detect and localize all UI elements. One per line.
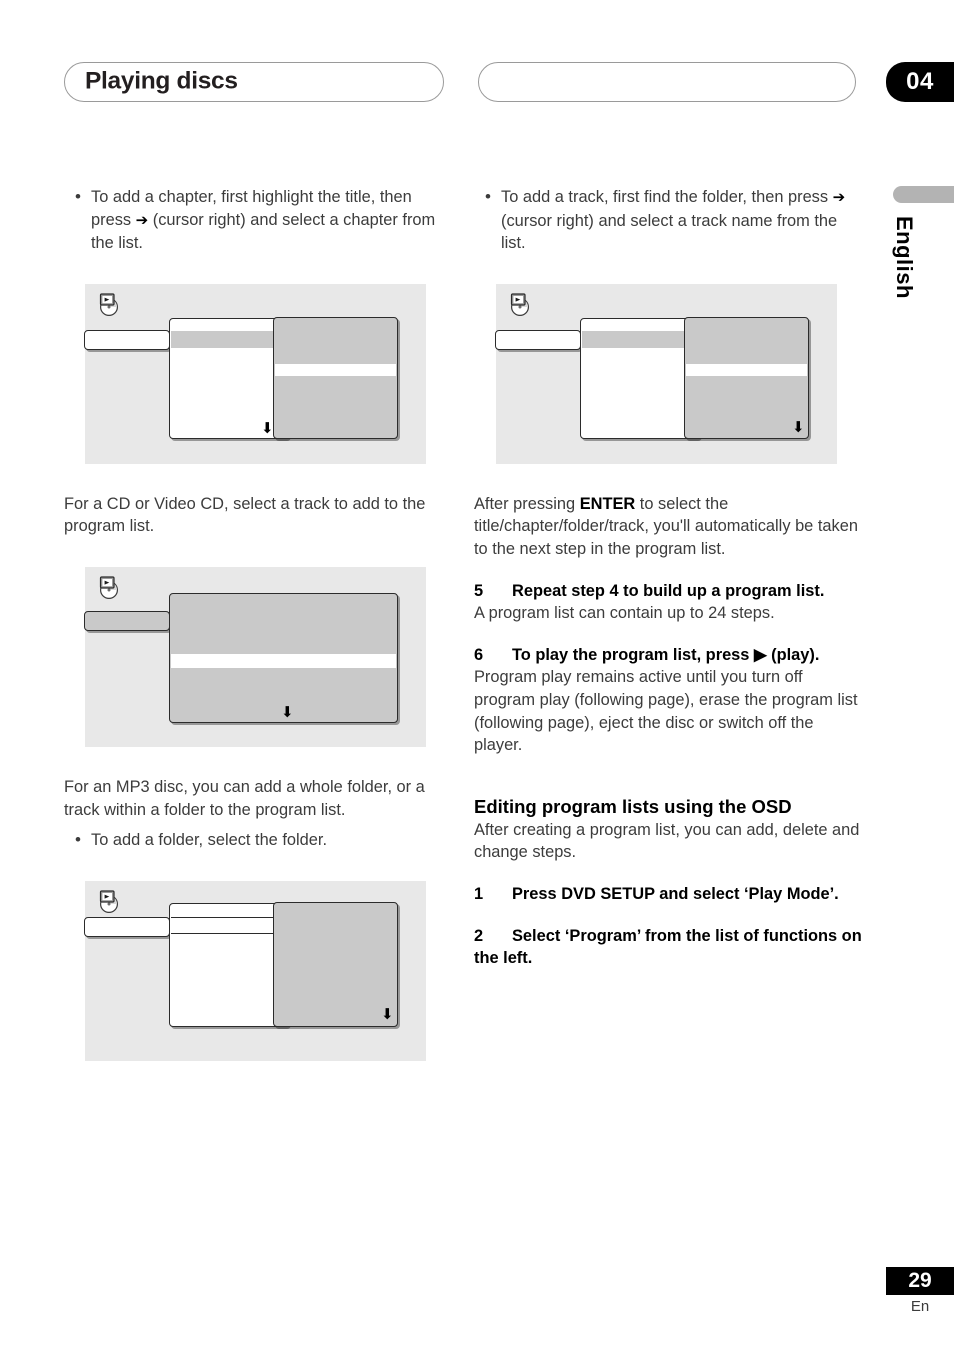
osd-left-menu-bar [495, 329, 581, 350]
page-header: Playing discs 04 [0, 62, 954, 104]
step-5-heading: 5 Repeat step 4 to build up a program lis… [474, 580, 862, 603]
step-2-text: Select ‘Program’ from the list of functi… [474, 926, 862, 968]
side-tab-marker [893, 186, 954, 203]
list-item: To add a track, first find the folder, t… [485, 186, 862, 255]
disc-icon [99, 890, 118, 913]
left-column: To add a chapter, first highlight the ti… [64, 186, 452, 1061]
cursor-right-arrow-icon: ➔ [832, 189, 846, 206]
right-paragraph-enter: After pressing ENTER to select the title… [474, 493, 862, 561]
play-triangle-icon: ▶ [753, 645, 767, 664]
step-6-heading: 6 To play the program list, press ▶ (play… [474, 644, 862, 667]
step-5-number: 5 [474, 581, 484, 600]
enter-key-label: ENTER [579, 494, 636, 513]
right-bullet-list-1: To add a track, first find the folder, t… [474, 186, 862, 255]
disc-icon [510, 293, 529, 316]
step-6-text-before: To play the program list, press [512, 645, 754, 664]
disc-icon [99, 576, 118, 599]
left-paragraph-mp3: For an MP3 disc, you can add a whole fol… [64, 777, 425, 819]
osd-figure-cd-track: ⬇ [84, 566, 426, 747]
step-6-body: Program play remains active until you tu… [474, 668, 858, 755]
osd-title-highlight-row [171, 330, 287, 348]
step-1-number: 1 [474, 884, 484, 903]
osd-folder-highlight-row [582, 330, 698, 348]
step-5-body: A program list can contain up to 24 step… [474, 604, 775, 623]
step-2-number: 2 [474, 926, 484, 945]
page-number-badge: 29 [886, 1267, 954, 1295]
osd-scroll-down-arrow-icon: ⬇ [381, 1005, 394, 1023]
osd-track-selected-row [171, 653, 396, 668]
list-item: To add a chapter, first highlight the ti… [75, 186, 452, 255]
disc-icon [99, 293, 118, 316]
osd-chapter-selected-row [275, 363, 396, 376]
left-bullet-list-1: To add a chapter, first highlight the ti… [64, 186, 452, 255]
osd-scroll-down-arrow-icon: ⬇ [281, 703, 294, 721]
osd-track-selected-row [686, 363, 807, 376]
chapter-title-pill: Playing discs [64, 62, 444, 102]
osd-left-menu-bar [84, 610, 170, 631]
step-6-text-after: (play). [766, 645, 820, 664]
left-bullet-list-2: To add a folder, select the folder. [64, 829, 452, 852]
bullet-text-before: To add a track, first find the folder, t… [501, 188, 833, 206]
step-6-number: 6 [474, 645, 484, 664]
page-title: Playing discs [85, 67, 238, 95]
osd-left-menu-bar [84, 329, 170, 350]
section-title-pill [478, 62, 856, 102]
right-column: To add a track, first find the folder, t… [474, 186, 862, 970]
osd-figure-mp3-folder: ⬇ [84, 880, 426, 1061]
osd-scroll-down-arrow-icon: ⬇ [261, 419, 274, 437]
bullet-text-after: (cursor right) and select a track name f… [501, 211, 838, 253]
section-heading-editing: Editing program lists using the OSD [474, 795, 792, 817]
step-1-heading: 1 Press DVD SETUP and select ‘Play Mode’. [474, 883, 862, 906]
osd-track-list-panel [684, 316, 809, 439]
cursor-right-arrow-icon: ➔ [135, 211, 149, 229]
osd-track-list-panel [273, 901, 398, 1027]
list-item: To add a folder, select the folder. [75, 829, 452, 852]
page-language-code: En [910, 1298, 930, 1315]
chapter-number-badge: 04 [886, 62, 954, 102]
step-2-heading: 2 Select ‘Program’ from the list of funct… [474, 925, 862, 970]
osd-figure-title-chapter: ⬇ [84, 283, 426, 464]
language-side-tab: English [892, 216, 917, 299]
osd-folder-highlight-row [171, 916, 287, 934]
section-body-editing: After creating a program list, you can a… [474, 820, 860, 862]
enter-text-before: After pressing [474, 494, 580, 513]
left-paragraph-cd: For a CD or Video CD, select a track to … [64, 494, 426, 536]
step-5-text: Repeat step 4 to build up a program list… [512, 581, 825, 600]
osd-left-menu-bar [84, 916, 170, 937]
osd-scroll-down-arrow-icon: ⬇ [792, 418, 805, 436]
step-1-text: Press DVD SETUP and select ‘Play Mode’. [512, 884, 839, 903]
osd-figure-mp3-track: ⬇ [495, 283, 837, 464]
osd-chapter-list-panel [273, 316, 398, 439]
